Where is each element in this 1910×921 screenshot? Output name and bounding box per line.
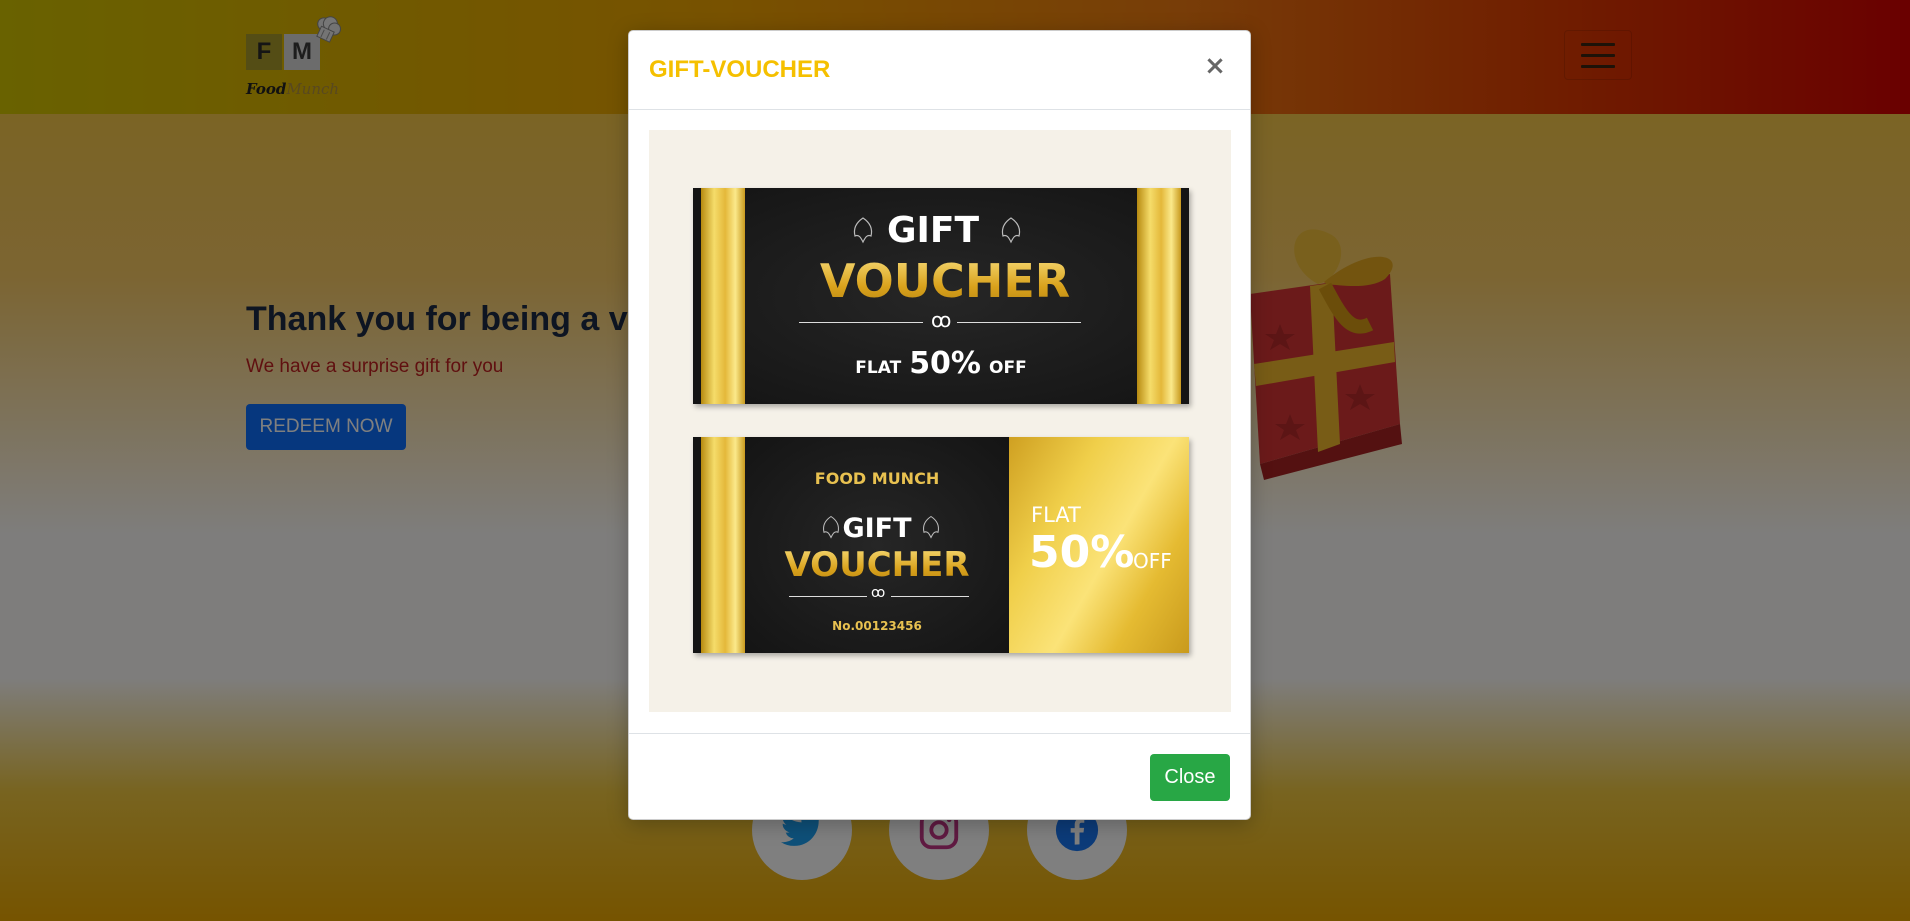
voucher-1-flat: FLAT [855, 358, 902, 378]
voucher-2-gift: GIFT [842, 513, 912, 544]
gift-voucher-card-1: GIFT VOUCHER ꝏ FLAT 50% OFF [693, 188, 1189, 404]
modal-footer: Close [629, 733, 1250, 820]
modal-header: GIFT-VOUCHER × [629, 31, 1250, 110]
divider-line [799, 322, 923, 323]
close-button[interactable]: Close [1150, 754, 1230, 801]
gift-voucher-card-2: FOOD MUNCH GIFT VOUCHER ꝏ No.00123456 FL… [693, 437, 1189, 653]
voucher-image: GIFT VOUCHER ꝏ FLAT 50% OFF FOOD MUNCH G… [649, 130, 1231, 712]
gold-strip-left [701, 437, 745, 653]
ribbon-knot-icon: ꝏ [931, 308, 952, 332]
voucher-2-voucher: VOUCHER [745, 545, 1009, 585]
voucher-2-brand: FOOD MUNCH [814, 469, 940, 488]
voucher-2-flat: FLAT [1031, 503, 1081, 527]
voucher-2-percent: 50% [1029, 527, 1135, 578]
divider-line [891, 596, 969, 597]
gift-voucher-modal: GIFT-VOUCHER × GIFT VOUCHER ꝏ FLAT 50% O… [628, 30, 1251, 820]
divider-line [789, 596, 867, 597]
ribbon-knot-icon: ꝏ [871, 585, 886, 601]
voucher-1-offer: FLAT 50% OFF [693, 346, 1189, 381]
voucher-1-voucher: VOUCHER [697, 254, 1189, 308]
voucher-edge [693, 437, 701, 653]
close-icon[interactable]: × [1198, 49, 1232, 83]
modal-title: GIFT-VOUCHER [649, 56, 831, 83]
voucher-2-number: No.00123456 [832, 619, 922, 633]
divider-line [957, 322, 1081, 323]
modal-body: GIFT VOUCHER ꝏ FLAT 50% OFF FOOD MUNCH G… [629, 110, 1250, 732]
voucher-2-off: OFF [1133, 549, 1172, 573]
voucher-1-gift: GIFT [886, 210, 980, 251]
voucher-1-off: OFF [989, 358, 1027, 378]
voucher-2-dark-panel: FOOD MUNCH GIFT VOUCHER ꝏ No.00123456 [745, 437, 1009, 653]
voucher-2-gold-panel: FLAT 50% OFF [1009, 437, 1189, 653]
voucher-1-percent: 50% [909, 346, 981, 381]
